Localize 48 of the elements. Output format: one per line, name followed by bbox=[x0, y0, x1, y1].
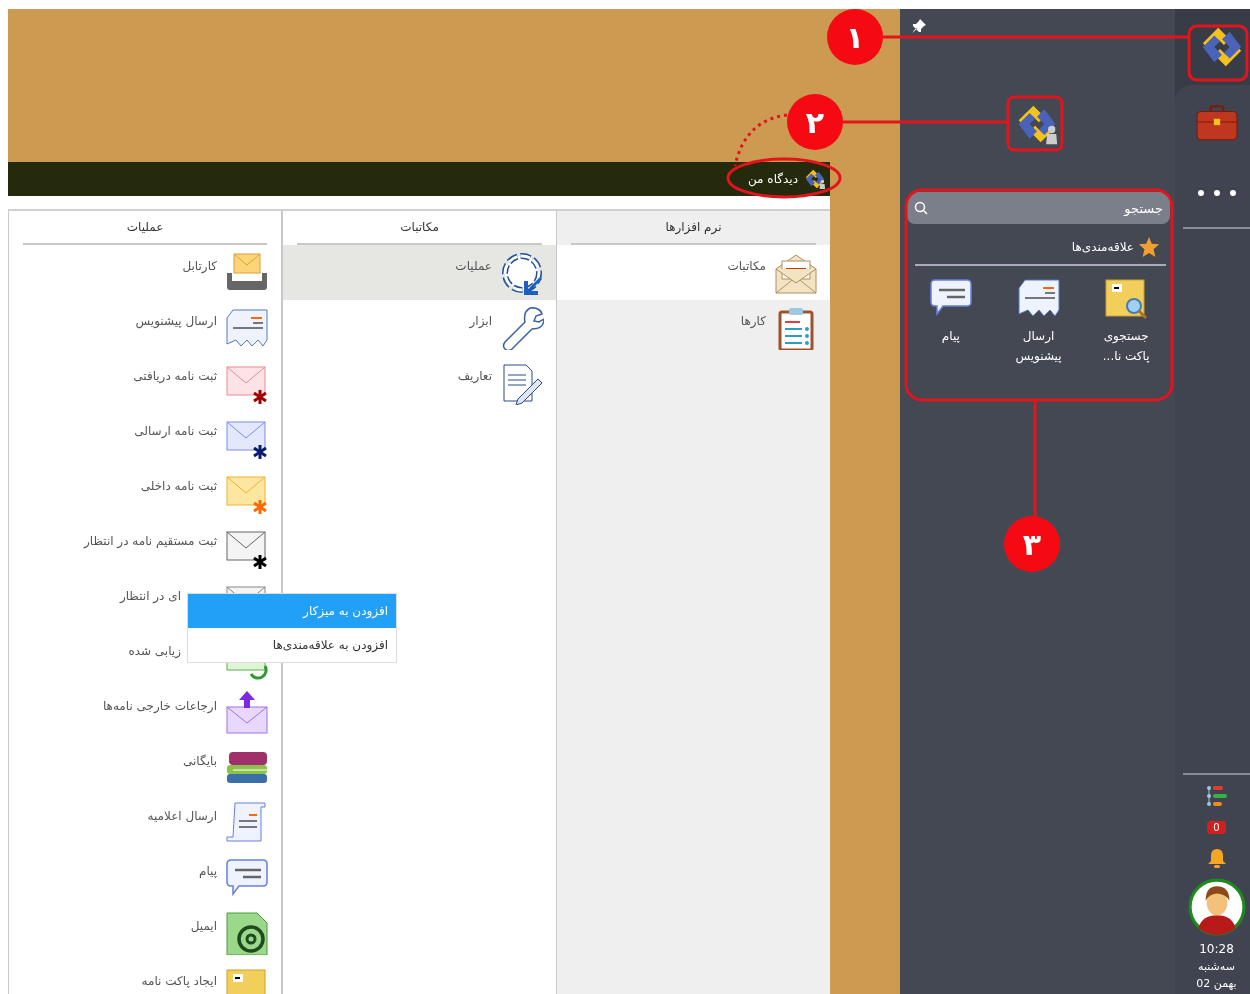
avatar[interactable] bbox=[1187, 878, 1246, 936]
view-title: دیدگاه من bbox=[748, 172, 798, 186]
document-pencil-icon bbox=[500, 361, 544, 405]
favorite-item[interactable]: ارسال پیشنویس bbox=[1006, 276, 1071, 366]
context-menu-item[interactable]: افزودن به علاقه‌مندی‌ها bbox=[188, 628, 396, 662]
menu-item[interactable]: ایمیل bbox=[9, 905, 281, 960]
highlight-frame bbox=[1006, 95, 1064, 152]
menu-item[interactable]: ثبت نامه دریافتی bbox=[9, 355, 281, 410]
weekday: سه‌شنبه bbox=[1198, 960, 1235, 973]
clock-time: 10:28 bbox=[1199, 942, 1234, 956]
menu-item[interactable]: مکاتبات bbox=[557, 245, 830, 300]
menu-item[interactable]: ثبت نامه ارسالی bbox=[9, 410, 281, 465]
ring-arrow-icon bbox=[500, 251, 544, 295]
menu-item[interactable]: ایجاد پاکت نامه bbox=[9, 960, 281, 994]
menu-item[interactable]: ارجاعات خارجی نامه‌ها bbox=[9, 685, 281, 740]
menu-item[interactable]: تعاریف bbox=[283, 355, 556, 410]
more-icon[interactable] bbox=[1196, 189, 1237, 197]
task-list-icon[interactable] bbox=[1205, 785, 1228, 807]
briefcase-icon[interactable] bbox=[1195, 105, 1238, 141]
search-icon bbox=[914, 201, 928, 215]
menu-item[interactable]: ثبت نامه داخلی bbox=[9, 465, 281, 520]
menu-item[interactable]: ابزار bbox=[283, 300, 556, 355]
leader-line bbox=[733, 113, 788, 167]
favorites-title: علاقه‌مندی‌ها bbox=[1071, 240, 1134, 254]
email-document-icon bbox=[225, 911, 269, 955]
menu-item[interactable]: بایگانی bbox=[9, 740, 281, 795]
column-heading: عملیات bbox=[23, 211, 267, 245]
favorite-item[interactable]: جستجوی پاکت نا... bbox=[1094, 276, 1159, 366]
date-label: 02 بهمن bbox=[1196, 977, 1237, 990]
notification-badge[interactable]: 0 bbox=[1207, 821, 1226, 834]
menu-item[interactable]: پیام bbox=[9, 850, 281, 905]
menu-item[interactable]: عملیات bbox=[283, 245, 556, 300]
menu-item[interactable]: ثبت مستقیم نامه در انتظار bbox=[9, 520, 281, 575]
menu-item[interactable]: کارها bbox=[557, 300, 830, 355]
favorite-item[interactable]: پیام bbox=[918, 276, 983, 366]
bell-icon[interactable] bbox=[1206, 848, 1227, 868]
pin-icon[interactable] bbox=[911, 18, 927, 34]
envelope-upload-icon bbox=[225, 691, 269, 735]
menu-item[interactable]: ارسال پیشنویس bbox=[9, 300, 281, 355]
app-logo-icon bbox=[804, 168, 826, 190]
highlight-frame bbox=[1187, 24, 1249, 82]
package-search-icon bbox=[1104, 276, 1149, 320]
menu-item[interactable]: کارتابل bbox=[9, 245, 281, 300]
scroll-icon bbox=[225, 801, 269, 845]
search-field[interactable]: جستجو bbox=[907, 192, 1170, 224]
menu-item[interactable]: ارسال اعلامیه bbox=[9, 795, 281, 850]
wrench-icon bbox=[500, 306, 544, 350]
star-icon bbox=[1138, 236, 1160, 258]
